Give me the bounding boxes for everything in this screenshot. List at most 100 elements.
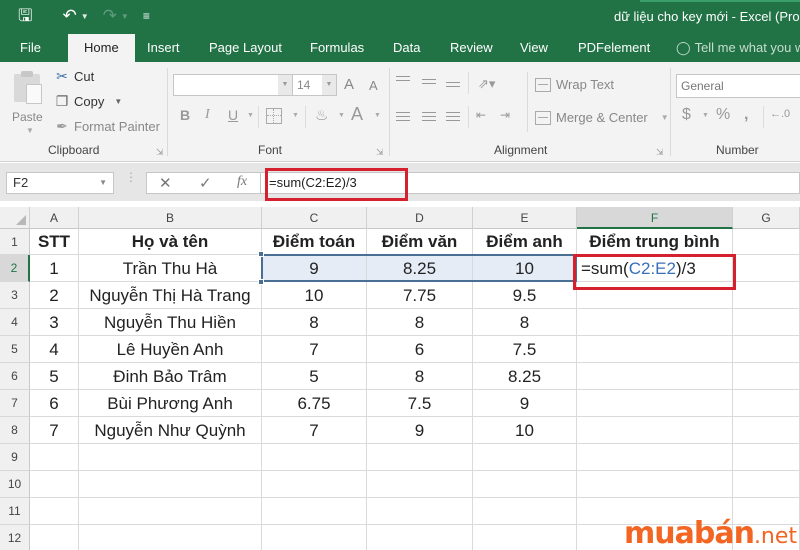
cell-d2[interactable]: 8.25 xyxy=(367,255,473,282)
cell-e2[interactable]: 10 xyxy=(473,255,577,282)
cell-a9[interactable] xyxy=(30,444,79,471)
increase-indent-icon[interactable]: ⇥ xyxy=(500,108,510,122)
cell-g5[interactable] xyxy=(733,336,800,363)
cell-c10[interactable] xyxy=(262,471,367,498)
format-painter-button[interactable]: ✒ Format Painter xyxy=(54,118,160,135)
row-header-8[interactable]: 8 xyxy=(0,417,30,444)
cell-c5[interactable]: 7 xyxy=(262,336,367,363)
cell-f1[interactable]: Điểm trung bình xyxy=(577,229,733,255)
cell-e1[interactable]: Điểm anh xyxy=(473,229,577,255)
cell-c2[interactable]: 9 xyxy=(262,255,367,282)
bold-button[interactable]: B xyxy=(180,107,190,123)
cell-d7[interactable]: 7.5 xyxy=(367,390,473,417)
top-align-icon[interactable] xyxy=(396,76,410,86)
font-size-select[interactable]: 14 ▼ xyxy=(293,74,337,96)
cell-e12[interactable] xyxy=(473,525,577,550)
font-color-icon[interactable]: A xyxy=(351,104,363,125)
cell-b9[interactable] xyxy=(79,444,262,471)
font-launcher-icon[interactable]: ⇲ xyxy=(376,147,384,158)
row-header-6[interactable]: 6 xyxy=(0,363,30,390)
tab-insert[interactable]: Insert xyxy=(147,34,180,62)
save-icon[interactable]: 🖫 xyxy=(18,6,32,26)
cell-g6[interactable] xyxy=(733,363,800,390)
cell-f6[interactable] xyxy=(577,363,733,390)
cell-a7[interactable]: 6 xyxy=(30,390,79,417)
tab-data[interactable]: Data xyxy=(393,34,420,62)
borders-icon[interactable] xyxy=(266,108,282,124)
cell-e10[interactable] xyxy=(473,471,577,498)
row-header-2[interactable]: 2 xyxy=(0,255,30,282)
cell-c4[interactable]: 8 xyxy=(262,309,367,336)
cell-a6[interactable]: 5 xyxy=(30,363,79,390)
cell-f7[interactable] xyxy=(577,390,733,417)
cell-d10[interactable] xyxy=(367,471,473,498)
cell-c11[interactable] xyxy=(262,498,367,525)
name-box[interactable]: F2 ▼ xyxy=(6,172,114,194)
cell-b7[interactable]: Bùi Phương Anh xyxy=(79,390,262,417)
cell-e7[interactable]: 9 xyxy=(473,390,577,417)
cell-g7[interactable] xyxy=(733,390,800,417)
cell-b6[interactable]: Đinh Bảo Trâm xyxy=(79,363,262,390)
cell-g1[interactable] xyxy=(733,229,800,255)
bottom-align-icon[interactable] xyxy=(446,82,460,92)
cell-g2[interactable] xyxy=(733,255,800,282)
tab-view[interactable]: View xyxy=(520,34,548,62)
cell-a10[interactable] xyxy=(30,471,79,498)
tell-me-search[interactable]: ◯ Tell me what you w xyxy=(676,34,800,62)
cell-g3[interactable] xyxy=(733,282,800,309)
cell-e11[interactable] xyxy=(473,498,577,525)
font-color-dropdown-icon[interactable]: ▼ xyxy=(374,112,381,119)
cell-a2[interactable]: 1 xyxy=(30,255,79,282)
cancel-icon[interactable]: ✕ xyxy=(159,174,172,192)
tab-pdfelement[interactable]: PDFelement xyxy=(578,34,650,62)
row-header-1[interactable]: 1 xyxy=(0,229,30,255)
row-header-3[interactable]: 3 xyxy=(0,282,30,309)
cell-d1[interactable]: Điểm văn xyxy=(367,229,473,255)
tab-page-layout[interactable]: Page Layout xyxy=(209,34,282,62)
row-header-10[interactable]: 10 xyxy=(0,471,30,498)
cell-a1[interactable]: STT xyxy=(30,229,79,255)
tab-review[interactable]: Review xyxy=(450,34,493,62)
cell-c6[interactable]: 5 xyxy=(262,363,367,390)
cell-a5[interactable]: 4 xyxy=(30,336,79,363)
cell-e6[interactable]: 8.25 xyxy=(473,363,577,390)
cell-c12[interactable] xyxy=(262,525,367,550)
cell-d11[interactable] xyxy=(367,498,473,525)
cell-a4[interactable]: 3 xyxy=(30,309,79,336)
italic-button[interactable]: I xyxy=(205,107,210,123)
tab-formulas[interactable]: Formulas xyxy=(310,34,364,62)
cell-e9[interactable] xyxy=(473,444,577,471)
currency-button[interactable]: $ xyxy=(682,106,691,124)
cell-b3[interactable]: Nguyễn Thị Hà Trang xyxy=(79,282,262,309)
row-header-4[interactable]: 4 xyxy=(0,309,30,336)
alignment-launcher-icon[interactable]: ⇲ xyxy=(656,147,664,158)
cell-d4[interactable]: 8 xyxy=(367,309,473,336)
cell-b11[interactable] xyxy=(79,498,262,525)
redo-dropdown-icon[interactable]: ▼ xyxy=(121,12,129,21)
middle-align-icon[interactable] xyxy=(422,79,436,89)
cell-d12[interactable] xyxy=(367,525,473,550)
cell-b8[interactable]: Nguyễn Như Quỳnh xyxy=(79,417,262,444)
number-format-select[interactable]: General xyxy=(676,74,800,98)
cut-button[interactable]: ✂ Cut xyxy=(54,68,94,85)
cell-b5[interactable]: Lê Huyền Anh xyxy=(79,336,262,363)
cell-f4[interactable] xyxy=(577,309,733,336)
decrease-indent-icon[interactable]: ⇤ xyxy=(476,108,486,122)
cell-a8[interactable]: 7 xyxy=(30,417,79,444)
merge-center-button[interactable]: Merge & Center ▼ xyxy=(535,110,669,125)
increase-font-size-icon[interactable]: A xyxy=(344,76,354,93)
cell-f9[interactable] xyxy=(577,444,733,471)
cell-b10[interactable] xyxy=(79,471,262,498)
cell-b12[interactable] xyxy=(79,525,262,550)
cell-c8[interactable]: 7 xyxy=(262,417,367,444)
merge-dropdown-icon[interactable]: ▼ xyxy=(661,113,669,122)
column-header-b[interactable]: B xyxy=(79,207,262,229)
align-right-icon[interactable] xyxy=(446,112,460,122)
cell-f10[interactable] xyxy=(577,471,733,498)
redo-icon[interactable]: ↷ xyxy=(103,6,117,26)
font-name-dropdown-icon[interactable]: ▼ xyxy=(278,75,292,95)
cell-d9[interactable] xyxy=(367,444,473,471)
decrease-font-size-icon[interactable]: A xyxy=(369,78,378,93)
paste-button[interactable]: Paste ▼ xyxy=(12,70,46,135)
cell-c7[interactable]: 6.75 xyxy=(262,390,367,417)
